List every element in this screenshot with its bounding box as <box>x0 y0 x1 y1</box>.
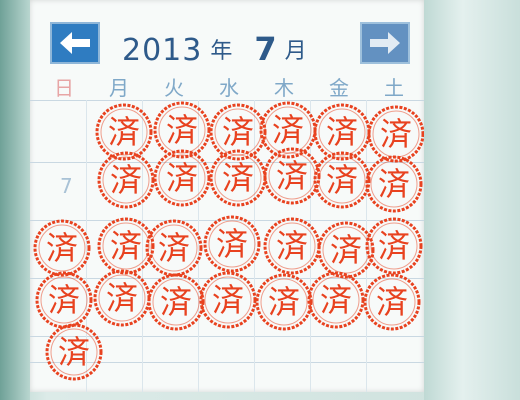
svg-text:済: 済 <box>110 161 142 199</box>
svg-text:済: 済 <box>160 283 192 321</box>
svg-text:済: 済 <box>376 283 408 321</box>
done-stamp[interactable]: 済 <box>364 216 424 276</box>
calendar-screen: 2013 年 7 月 日 月 火 水 木 金 土 7 済済済済済済済済済済済済済… <box>30 0 424 392</box>
stamp-mark: 済 <box>365 155 423 213</box>
done-stamp[interactable]: 済 <box>254 272 314 332</box>
done-stamp[interactable]: 済 <box>312 150 372 210</box>
stamp-mark: 済 <box>365 217 423 275</box>
stamp-mark: 済 <box>209 149 267 207</box>
stamp-mark: 済 <box>255 273 313 331</box>
done-stamp[interactable]: 済 <box>364 154 424 214</box>
stamp-mark: 済 <box>147 273 205 331</box>
stamp-mark: 済 <box>93 269 151 327</box>
stamp-mark: 済 <box>363 273 421 331</box>
done-stamp[interactable]: 済 <box>34 270 94 330</box>
svg-text:済: 済 <box>326 113 358 151</box>
stamp-mark: 済 <box>45 323 103 381</box>
done-stamp[interactable]: 済 <box>144 218 204 278</box>
weekday-mon: 月 <box>109 76 129 100</box>
svg-text:済: 済 <box>158 229 190 267</box>
svg-text:済: 済 <box>330 231 362 269</box>
weekday-header-row: 日 月 火 水 木 金 土 <box>30 72 424 100</box>
left-arrow-icon <box>60 32 90 54</box>
done-stamp[interactable]: 済 <box>202 214 262 274</box>
done-stamp[interactable]: 済 <box>32 218 92 278</box>
svg-text:済: 済 <box>48 281 80 319</box>
calendar-header: 2013 年 7 月 <box>30 8 424 72</box>
weekday-fri: 金 <box>329 76 349 100</box>
svg-text:済: 済 <box>268 283 300 321</box>
right-arrow-icon <box>370 32 400 54</box>
svg-text:済: 済 <box>212 281 244 319</box>
svg-text:済: 済 <box>380 115 412 153</box>
svg-text:済: 済 <box>216 225 248 263</box>
svg-text:済: 済 <box>108 113 140 151</box>
done-stamp[interactable]: 済 <box>306 270 366 330</box>
stamp-mark: 済 <box>199 271 257 329</box>
done-stamp[interactable]: 済 <box>44 322 104 382</box>
svg-text:済: 済 <box>378 227 410 265</box>
svg-text:済: 済 <box>272 111 304 149</box>
svg-text:済: 済 <box>222 113 254 151</box>
svg-text:済: 済 <box>46 229 78 267</box>
svg-text:済: 済 <box>110 227 142 265</box>
weekday-sat: 土 <box>384 76 404 100</box>
year-value: 2013 <box>122 33 203 68</box>
month-unit: 月 <box>284 39 307 64</box>
device-bezel-right <box>424 0 520 400</box>
next-month-button[interactable] <box>360 22 410 64</box>
weekday-tue: 火 <box>164 76 184 100</box>
weekday-wed: 水 <box>219 76 239 100</box>
svg-text:済: 済 <box>326 161 358 199</box>
stamp-mark: 済 <box>145 219 203 277</box>
svg-text:済: 済 <box>378 165 410 203</box>
stamp-mark: 済 <box>153 149 211 207</box>
stamp-mark: 済 <box>263 217 321 275</box>
svg-text:済: 済 <box>276 157 308 195</box>
prev-month-button[interactable] <box>50 22 100 64</box>
month-title: 2013 年 7 月 <box>122 24 358 68</box>
done-stamp[interactable]: 済 <box>146 272 206 332</box>
svg-text:済: 済 <box>222 159 254 197</box>
stamp-mark: 済 <box>97 151 155 209</box>
stamp-mark: 済 <box>203 215 261 273</box>
grid-row-line <box>30 100 424 101</box>
done-stamp[interactable]: 済 <box>208 148 268 208</box>
device-bezel-left <box>0 0 30 400</box>
svg-text:済: 済 <box>166 111 198 149</box>
stamp-mark: 済 <box>307 271 365 329</box>
svg-text:済: 済 <box>276 227 308 265</box>
weekday-sun: 日 <box>54 76 74 100</box>
svg-text:済: 済 <box>166 159 198 197</box>
weekday-thu: 木 <box>274 76 294 100</box>
year-unit: 年 <box>210 39 233 64</box>
svg-text:済: 済 <box>320 281 352 319</box>
stamp-mark: 済 <box>33 219 91 277</box>
svg-text:済: 済 <box>58 333 90 371</box>
calendar-grid: 7 済済済済済済済済済済済済済済済済済済済済済済済済済済済 <box>30 100 424 392</box>
stamp-mark: 済 <box>313 151 371 209</box>
day-number[interactable]: 7 <box>60 174 73 198</box>
stamp-mark: 済 <box>35 271 93 329</box>
done-stamp[interactable]: 済 <box>262 216 322 276</box>
month-value: 7 <box>254 30 277 68</box>
done-stamp[interactable]: 済 <box>152 148 212 208</box>
done-stamp[interactable]: 済 <box>362 272 422 332</box>
done-stamp[interactable]: 済 <box>96 150 156 210</box>
done-stamp[interactable]: 済 <box>198 270 258 330</box>
done-stamp[interactable]: 済 <box>92 268 152 328</box>
svg-text:済: 済 <box>106 279 138 317</box>
